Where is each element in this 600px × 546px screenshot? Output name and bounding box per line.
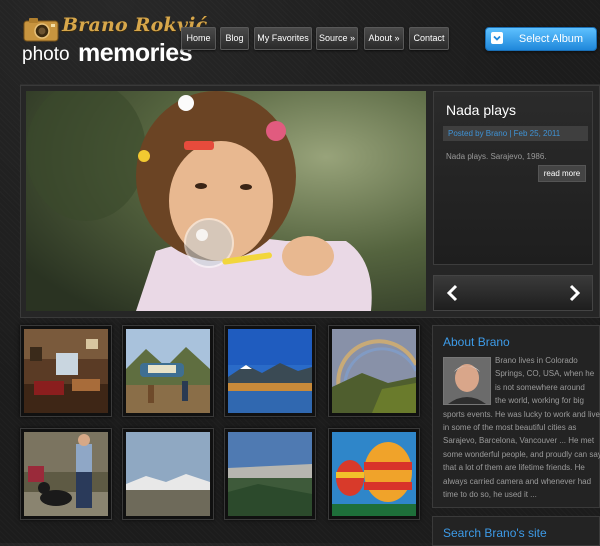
logo-memories-text: memories (78, 39, 193, 67)
logo-photo-text: photo (22, 44, 70, 65)
nav-source[interactable]: Source » (316, 27, 358, 50)
thumb-alma-sign[interactable] (122, 325, 214, 417)
nav-blog[interactable]: Blog (220, 27, 249, 50)
slider-controls (433, 275, 593, 311)
chevron-left-icon[interactable] (444, 284, 462, 302)
thumb-alma-sign-image (126, 329, 210, 413)
thumb-snow-mountains-image (126, 432, 210, 516)
about-line: in some of the most beautiful cities as (443, 422, 577, 432)
thumb-living-room[interactable] (20, 325, 112, 417)
nav-about[interactable]: About » (364, 27, 404, 50)
thumb-man-with-dog[interactable] (20, 428, 112, 520)
about-line: time to do so, he used it ... (443, 489, 537, 499)
thumb-living-room-image (24, 329, 108, 413)
thumb-rainbow[interactable] (328, 325, 420, 417)
about-text: Brano lives in Colorado Springs, CO, USA… (443, 354, 600, 501)
nav-my-favorites[interactable]: My Favorites (254, 27, 312, 50)
about-widget: About Brano Brano lives in Colorado Spri… (432, 325, 600, 508)
featured-photo[interactable] (26, 91, 426, 311)
search-title: Search Brano's site (443, 526, 547, 540)
nav-contact[interactable]: Contact (409, 27, 449, 50)
chevron-right-icon[interactable] (565, 284, 583, 302)
about-line: sports events. He was lucky to work and … (443, 409, 600, 419)
about-title: About Brano (443, 335, 510, 349)
thumb-mountain-lake[interactable] (224, 325, 316, 417)
about-line: is not somewhere around (495, 382, 585, 392)
header: Brano Rokvić photo memories Home Blog My… (0, 0, 600, 84)
about-line: that a lot of them are lifetime friends.… (443, 463, 585, 473)
thumb-rainbow-image (332, 329, 416, 413)
thumb-hot-air-balloons[interactable] (328, 428, 420, 520)
thumb-snow-mountains[interactable] (122, 428, 214, 520)
about-line: the world, working for big (495, 396, 584, 406)
thumb-man-with-dog-image (24, 432, 108, 516)
about-line: Springs, CO, USA, when he (495, 369, 595, 379)
post-title[interactable]: Nada plays (446, 102, 516, 118)
featured-photo-image (26, 91, 426, 311)
about-line: Brano lives in Colorado (495, 356, 578, 365)
select-album-button[interactable]: Select Album (485, 27, 597, 51)
thumb-mountain-lake-image (228, 329, 312, 413)
read-more-button[interactable]: read more (538, 165, 586, 182)
thumb-hot-air-balloons-image (332, 432, 416, 516)
post-excerpt: Nada plays. Sarajevo, 1986. (446, 152, 547, 161)
thumb-valley-view[interactable] (224, 428, 316, 520)
post-meta: Posted by Brano | Feb 25, 2011 (443, 126, 588, 141)
about-line: always carried camera and whenever had (443, 476, 592, 486)
chevron-down-icon (491, 32, 503, 44)
site-logo[interactable]: Brano Rokvić photo memories (20, 14, 207, 70)
featured-post-panel: Nada plays Posted by Brano | Feb 25, 201… (433, 91, 593, 265)
nav-home[interactable]: Home (181, 27, 216, 50)
thumb-valley-view-image (228, 432, 312, 516)
about-line: Sarajevo, Barcelona, Vancouver ... He me… (443, 436, 595, 446)
search-widget: Search Brano's site (432, 516, 600, 546)
select-album-label: Select Album (518, 33, 584, 45)
about-line: some wonderful people, and proudly can s… (443, 449, 600, 459)
camera-icon (23, 18, 59, 42)
